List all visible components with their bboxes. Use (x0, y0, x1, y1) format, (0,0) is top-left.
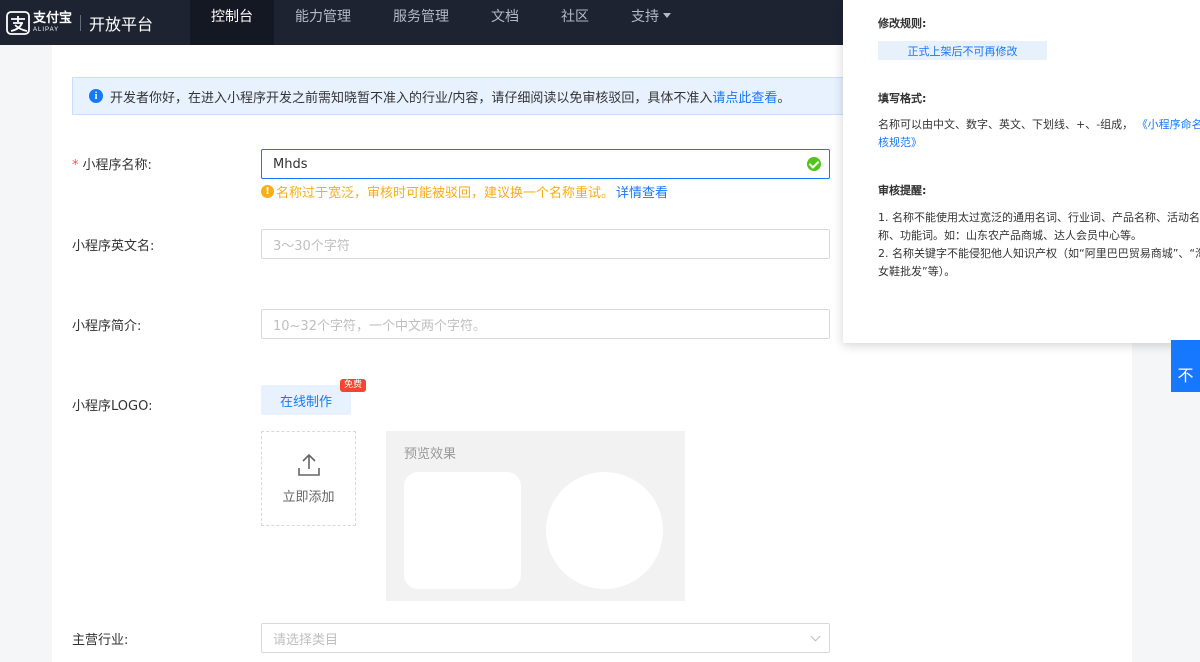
free-badge: 免费 (340, 379, 367, 392)
format-title: 填写格式: (878, 92, 927, 105)
intro-placeholder: 10~32个字符，一个中文两个字符。 (273, 318, 486, 334)
notice-text: 开发者你好，在进入小程序开发之前需知晓暂不准入的行业/内容，请仔细阅读以免审核驳… (110, 90, 713, 106)
online-make-button[interactable]: 在线制作 (261, 385, 351, 415)
nav-console[interactable]: 控制台 (190, 0, 275, 45)
review-line-4: 女鞋批发”等）。 (878, 265, 956, 278)
logo-en: ALIPAY (33, 27, 60, 33)
english-name-label: 小程序英文名: (72, 239, 155, 254)
nav-service[interactable]: 服务管理 (372, 0, 470, 45)
alipay-logo[interactable]: 支付宝 ALIPAY (6, 0, 72, 45)
nav-capability[interactable]: 能力管理 (274, 0, 372, 45)
naming-spec-link[interactable]: 《小程序命名 (1137, 118, 1200, 131)
name-warning-text: 名称过于宽泛，审核时可能被驳回，建议换一个名称重试。 (276, 186, 615, 201)
main-nav: 控制台 能力管理 服务管理 文档 社区 支持 (190, 0, 692, 45)
nav-support[interactable]: 支持 (610, 0, 692, 45)
review-title: 审核提醒: (878, 184, 927, 197)
chevron-down-icon (810, 631, 821, 642)
industry-placeholder: 请选择类目 (273, 632, 339, 648)
rule-tag: 正式上架后不可再修改 (878, 41, 1047, 60)
logo-preview: 预览效果 (386, 431, 685, 601)
alipay-logo-icon (6, 10, 30, 35)
rule-title: 修改规则: (878, 17, 927, 30)
logo-text: 支付宝 ALIPAY (33, 12, 72, 33)
review-line-1: 1. 名称不能使用太过宽泛的通用名词、行业词、产品名称、活动名 (878, 211, 1200, 224)
format-line-2: 核规范》 (878, 134, 922, 152)
check-circle-icon (807, 157, 821, 171)
preview-circle-logo (546, 472, 663, 589)
nav-community[interactable]: 社区 (540, 0, 610, 45)
upload-label: 立即添加 (282, 490, 335, 505)
naming-spec-link-cont[interactable]: 核规范》 (878, 136, 922, 149)
preview-title: 预览效果 (404, 447, 457, 462)
logo-label: 小程序LOGO: (72, 399, 153, 414)
intro-input[interactable]: 10~32个字符，一个中文两个字符。 (261, 309, 830, 339)
name-label: * 小程序名称: (72, 154, 152, 173)
name-warning: ! 名称过于宽泛，审核时可能被驳回，建议换一个名称重试。 详情查看 (261, 182, 668, 201)
name-input[interactable]: Mhds (261, 149, 830, 179)
format-text: 名称可以由中文、数字、英文、下划线、+、-组成， (878, 118, 1134, 131)
upload-icon (297, 453, 320, 476)
notice-suffix: 。 (777, 90, 791, 106)
platform-title[interactable]: 开放平台 (89, 11, 153, 35)
logo-cn: 支付宝 (33, 11, 73, 26)
required-mark: * (72, 158, 79, 173)
chevron-down-icon (663, 12, 672, 18)
notice-banner: i 开发者你好，在进入小程序开发之前需知晓暂不准入的行业/内容，请仔细阅读以免审… (72, 77, 892, 115)
name-label-text: 小程序名称: (82, 158, 152, 173)
name-input-value: Mhds (273, 156, 308, 172)
logo-divider (80, 14, 82, 31)
format-line-1: 名称可以由中文、数字、英文、下划线、+、-组成， 《小程序命名 (878, 116, 1200, 134)
industry-select[interactable]: 请选择类目 (261, 623, 830, 653)
info-icon: i (89, 89, 103, 103)
english-name-placeholder: 3～30个字符 (273, 238, 350, 254)
logo-upload-box[interactable]: 立即添加 (261, 431, 356, 526)
intro-label: 小程序简介: (72, 319, 142, 334)
english-name-input[interactable]: 3～30个字符 (261, 229, 830, 259)
preview-square-logo (404, 472, 521, 589)
review-line-3: 2. 名称关键字不能侵犯他人知识产权（如“阿里巴巴贸易商城”、“淘 (878, 247, 1200, 260)
notice-link[interactable]: 请点此查看 (712, 87, 777, 106)
warning-icon: ! (261, 185, 274, 198)
nav-support-label: 支持 (631, 9, 660, 25)
industry-label: 主营行业: (72, 633, 129, 648)
side-feedback-tab[interactable]: 不 (1171, 340, 1200, 392)
naming-rules-popover: 修改规则: 正式上架后不可再修改 填写格式: 名称可以由中文、数字、英文、下划线… (843, 0, 1200, 343)
name-warning-link[interactable]: 详情查看 (616, 182, 668, 201)
nav-docs[interactable]: 文档 (470, 0, 540, 45)
review-line-2: 称、功能词。如：山东农产品商城、达人会员中心等。 (878, 229, 1142, 242)
